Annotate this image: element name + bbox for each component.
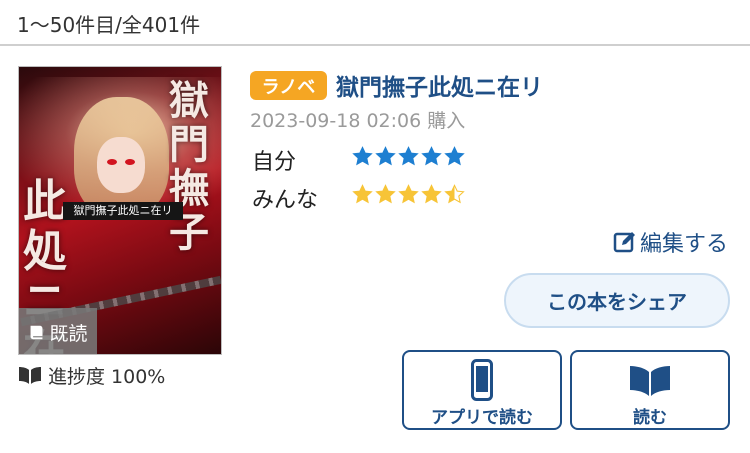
cover-figure-eye [125,159,135,165]
edit-icon [613,232,635,253]
star-icon [444,184,465,204]
book-icon [31,325,43,339]
book-cover-image[interactable]: 獄門撫子 此処ニ在リ 獄門撫子此処ニ在リ 既読 [18,66,222,355]
list-count-bar: 1〜50件目/全401件 [0,0,750,46]
edit-label: 編集する [639,232,728,257]
star-icon [398,184,419,204]
star-icon [352,184,373,204]
edit-link[interactable]: 編集する [613,226,728,258]
read-status-badge: 既読 [19,308,97,354]
read-in-app-button[interactable]: アプリで読む [402,350,562,430]
cover-title-art-right: 獄門撫子 [169,77,209,256]
star-icon [375,184,396,204]
cover-title-band: 獄門撫子此処ニ在リ [63,202,183,220]
star-icon [421,184,442,204]
star-icon [375,146,396,166]
my-rating-label: 自分 [252,150,297,175]
star-icon [421,146,442,166]
my-rating-stars [352,146,465,167]
read-button[interactable]: 読む [570,350,730,430]
progress-text: 進捗度 100% [48,365,166,388]
star-icon [398,146,419,166]
read-label: 読む [633,408,667,428]
category-badge: ラノベ [250,71,327,100]
all-rating-stars [352,184,465,205]
read-in-app-label: アプリで読む [431,408,533,428]
reading-progress: 進捗度 100% [18,361,165,389]
star-icon [352,146,373,166]
smartphone-icon [471,358,493,401]
read-status-label: 既読 [49,322,88,345]
star-icon [444,146,465,166]
purchase-date: 2023-09-18 02:06 購入 [250,110,466,132]
share-button[interactable]: この本をシェア [504,273,730,328]
list-count-text: 1〜50件目/全401件 [17,13,201,37]
cover-figure-eye [107,159,117,165]
open-book-icon [630,365,670,396]
open-book-icon [19,367,41,384]
cover-figure-face [97,137,145,193]
book-title[interactable]: 獄門撫子此処ニ在リ [336,68,543,102]
all-rating-label: みんな [252,188,319,213]
